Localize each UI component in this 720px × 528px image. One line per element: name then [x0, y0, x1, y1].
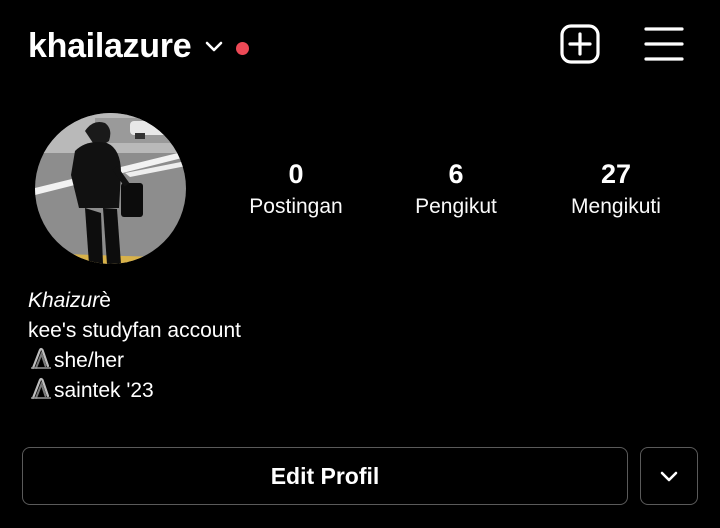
- suggestions-toggle-button[interactable]: [640, 447, 698, 505]
- edit-profile-button[interactable]: Edit Profil: [22, 447, 628, 505]
- display-name-italic: Khaizur: [28, 289, 100, 312]
- bio-line: saintek '23: [28, 376, 241, 406]
- stat-posts[interactable]: 0 Postingan: [236, 156, 356, 222]
- plus-square-icon[interactable]: [558, 22, 602, 66]
- stat-following[interactable]: 27 Mengikuti: [556, 156, 676, 222]
- avatar[interactable]: [35, 113, 186, 264]
- hamburger-menu-icon[interactable]: [642, 22, 686, 66]
- bio-line-text: she/her: [54, 349, 125, 372]
- following-label: Mengikuti: [571, 195, 661, 218]
- paperclip-icon: [31, 377, 51, 400]
- profile-header: khailazure: [0, 0, 720, 92]
- bio-line: she/her: [28, 346, 241, 376]
- posts-count: 0: [288, 159, 304, 189]
- bio-line: kee's studyfan account: [28, 319, 241, 342]
- stat-followers[interactable]: 6 Pengikut: [396, 156, 516, 222]
- display-name: Khaizurè: [28, 286, 241, 316]
- paperclip-icon: [31, 347, 51, 370]
- bio-line-text: saintek '23: [54, 379, 154, 402]
- bio: Khaizurè kee's studyfan account she/her …: [28, 286, 241, 406]
- following-count: 27: [600, 159, 632, 189]
- display-name-rest: è: [99, 289, 111, 312]
- notification-dot: [236, 42, 249, 55]
- chevron-down-icon[interactable]: [203, 37, 225, 57]
- username[interactable]: khailazure: [28, 24, 192, 68]
- posts-label: Postingan: [249, 195, 343, 218]
- chevron-down-icon: [660, 471, 678, 482]
- profile-photo: [35, 113, 186, 264]
- followers-count: 6: [448, 159, 464, 189]
- followers-label: Pengikut: [415, 195, 497, 218]
